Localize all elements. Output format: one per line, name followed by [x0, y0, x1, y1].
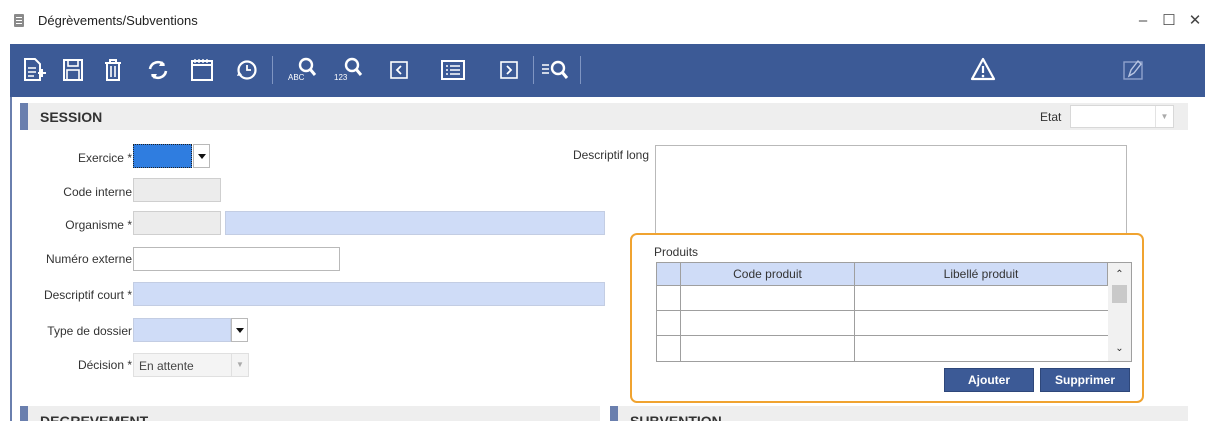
numero-externe-field[interactable] [133, 247, 340, 271]
delete-icon[interactable] [98, 55, 128, 85]
app-icon [14, 14, 24, 27]
title-bar: Dégrèvements/Subventions – ☐ ✕ [0, 0, 1205, 44]
subvention-title: SUBVENTION [630, 413, 722, 421]
previous-icon[interactable] [384, 55, 414, 85]
history-icon[interactable] [231, 55, 261, 85]
row-selector-header [657, 263, 681, 286]
close-button[interactable]: ✕ [1184, 8, 1205, 34]
type-dossier-label: Type de dossier [47, 324, 132, 338]
produits-grid[interactable]: Code produit Libellé produit ⌃ ⌄ [656, 262, 1132, 362]
section-accent-bar [20, 406, 28, 421]
chevron-down-icon: ▼ [231, 354, 248, 376]
exercice-label: Exercice * [77, 151, 132, 165]
descriptif-long-textarea[interactable] [655, 145, 1127, 235]
descriptif-court-label: Descriptif court * [43, 288, 132, 302]
list-icon[interactable] [438, 55, 468, 85]
grid-col-line [680, 286, 681, 362]
descriptif-court-field[interactable] [133, 282, 605, 306]
etat-label: Etat [1040, 110, 1062, 124]
subvention-section-header: SUBVENTION [610, 406, 1188, 421]
filter-search-icon[interactable] [540, 55, 570, 85]
main-toolbar: ABC 123 [10, 44, 1205, 97]
toolbar-separator [580, 56, 581, 84]
grid-row-line [657, 310, 1108, 311]
window-title: Dégrèvements/Subventions [38, 13, 198, 28]
warning-icon[interactable] [968, 55, 998, 85]
maximize-button[interactable]: ☐ [1158, 8, 1180, 34]
ajouter-button[interactable]: Ajouter [944, 368, 1034, 392]
exercice-select[interactable] [133, 144, 192, 168]
form-content: SESSION Etat ▼ Exercice * Code interne O… [10, 97, 1205, 421]
session-section-header: SESSION Etat ▼ [20, 103, 1188, 130]
chevron-down-icon[interactable]: ⌄ [1108, 340, 1131, 358]
next-icon[interactable] [494, 55, 524, 85]
grid-col-line [854, 286, 855, 362]
chevron-down-icon: ▼ [1155, 106, 1173, 127]
decision-label: Décision * [77, 358, 132, 372]
scroll-thumb[interactable] [1112, 285, 1127, 303]
organisme-label: Organisme * [65, 218, 132, 232]
calendar-icon[interactable] [187, 55, 217, 85]
code-interne-field[interactable] [133, 178, 221, 202]
code-produit-header[interactable]: Code produit [681, 263, 855, 286]
etat-select[interactable]: ▼ [1070, 105, 1174, 128]
search-number-icon[interactable]: 123 [332, 55, 363, 85]
save-icon[interactable] [58, 55, 88, 85]
type-dossier-dropdown-button[interactable] [231, 318, 248, 342]
organisme-name-field[interactable] [225, 211, 605, 235]
descriptif-long-label: Descriptif long [572, 148, 649, 162]
section-accent-bar [610, 406, 618, 421]
supprimer-button[interactable]: Supprimer [1040, 368, 1130, 392]
search-text-icon[interactable]: ABC [286, 55, 317, 85]
edit-pen-icon[interactable] [1118, 55, 1148, 85]
numero-externe-label: Numéro externe [45, 252, 132, 266]
toolbar-separator [533, 56, 534, 84]
chevron-up-icon[interactable]: ⌃ [1108, 266, 1131, 284]
section-title: SESSION [40, 109, 103, 125]
decision-value: En attente [139, 359, 194, 373]
degrevement-title: DEGREVEMENT [40, 413, 149, 421]
new-document-icon[interactable] [20, 55, 50, 85]
produits-title: Produits [654, 245, 699, 259]
search-text-label: ABC [288, 73, 305, 82]
decision-select[interactable]: En attente ▼ [133, 353, 249, 377]
toolbar-separator [272, 56, 273, 84]
section-accent-bar [20, 103, 28, 130]
grid-row-line [657, 335, 1108, 336]
exercice-dropdown-button[interactable] [193, 144, 210, 168]
type-dossier-select[interactable] [133, 318, 231, 342]
organisme-code-field[interactable] [133, 211, 221, 235]
libelle-produit-header[interactable]: Libellé produit [855, 263, 1108, 286]
search-number-label: 123 [334, 73, 348, 82]
code-interne-label: Code interne [63, 185, 132, 199]
degrevement-section-header: DEGREVEMENT [20, 406, 600, 421]
produits-panel: Produits Code produit Libellé produit ⌃ … [630, 233, 1144, 403]
refresh-icon[interactable] [143, 55, 173, 85]
grid-scrollbar[interactable]: ⌃ ⌄ [1108, 263, 1131, 361]
minimize-button[interactable]: – [1132, 8, 1154, 34]
